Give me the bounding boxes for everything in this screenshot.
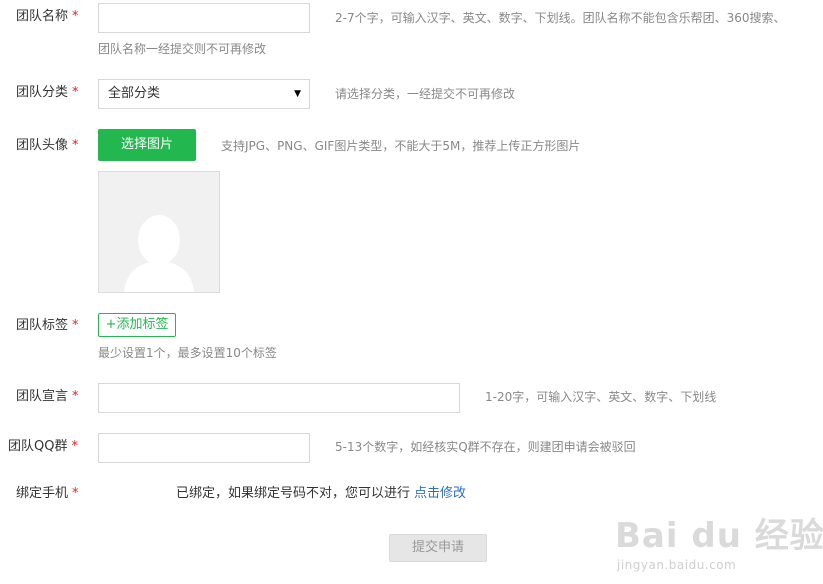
required-mark: * (72, 318, 79, 333)
watermark-logo-text: Bai du 经验 (615, 516, 823, 556)
bind-phone-label-text: 绑定手机 (16, 486, 69, 501)
choose-image-button[interactable]: 选择图片 (98, 129, 196, 161)
change-phone-link[interactable]: 点击修改 (414, 486, 466, 501)
team-tags-label: 团队标签 * (16, 316, 79, 336)
required-mark: * (72, 9, 79, 24)
team-category-selected: 全部分类 (108, 86, 161, 101)
default-avatar-icon (124, 215, 194, 292)
required-mark: * (72, 138, 79, 153)
required-mark: * (72, 486, 79, 501)
bind-phone-label: 绑定手机 * (16, 484, 79, 504)
team-category-label: 团队分类 * (16, 83, 79, 103)
bind-phone-status: 已绑定，如果绑定号码不对，您可以进行 点击修改 (176, 484, 466, 504)
team-category-hint: 请选择分类，一经提交不可再修改 (335, 87, 516, 101)
team-slogan-input[interactable] (98, 383, 460, 413)
team-qq-input[interactable] (98, 433, 310, 463)
team-avatar-hint: 支持JPG、PNG、GIF图片类型，不能大于5M，推荐上传正方形图片 (221, 139, 581, 153)
team-slogan-hint: 1-20字，可输入汉字、英文、数字、下划线 (485, 390, 717, 404)
team-name-label-text: 团队名称 (16, 9, 69, 24)
required-mark: * (71, 439, 78, 454)
team-qq-label: 团队QQ群 * (8, 437, 78, 457)
dropdown-arrow-icon: ▼ (294, 89, 301, 99)
add-tag-button[interactable]: +添加标签 (98, 313, 176, 337)
submit-button[interactable]: 提交申请 (389, 534, 487, 562)
required-mark: * (72, 389, 79, 404)
watermark-url: jingyan.baidu.com (617, 558, 737, 572)
team-name-input[interactable] (98, 3, 310, 33)
team-slogan-label-text: 团队宣言 (16, 389, 69, 404)
bind-phone-text: 已绑定，如果绑定号码不对，您可以进行 (176, 486, 411, 501)
team-name-hint: 2-7个字，可输入汉字、英文、数字、下划线。团队名称不能包含乐帮团、360搜索、 (335, 11, 786, 25)
team-category-label-text: 团队分类 (16, 85, 69, 100)
team-qq-label-text: 团队QQ群 (8, 439, 68, 454)
create-team-form: 团队名称 * 2-7个字，可输入汉字、英文、数字、下划线。团队名称不能包含乐帮团、… (0, 0, 823, 584)
avatar-preview (98, 171, 220, 293)
team-avatar-label: 团队头像 * (16, 136, 79, 156)
team-qq-hint: 5-13个数字，如经核实Q群不存在，则建团申请会被驳回 (335, 440, 636, 454)
team-category-select[interactable]: 全部分类 ▼ (98, 79, 310, 109)
team-tags-note: 最少设置1个，最多设置10个标签 (98, 346, 277, 360)
team-name-note: 团队名称一经提交则不可再修改 (98, 42, 267, 56)
baidu-jingyan-watermark: Bai du 经验 jingyan.baidu.com (613, 498, 823, 576)
team-name-label: 团队名称 * (16, 7, 79, 27)
team-tags-label-text: 团队标签 (16, 318, 69, 333)
team-slogan-label: 团队宣言 * (16, 387, 79, 407)
required-mark: * (72, 85, 79, 100)
team-avatar-label-text: 团队头像 (16, 138, 69, 153)
